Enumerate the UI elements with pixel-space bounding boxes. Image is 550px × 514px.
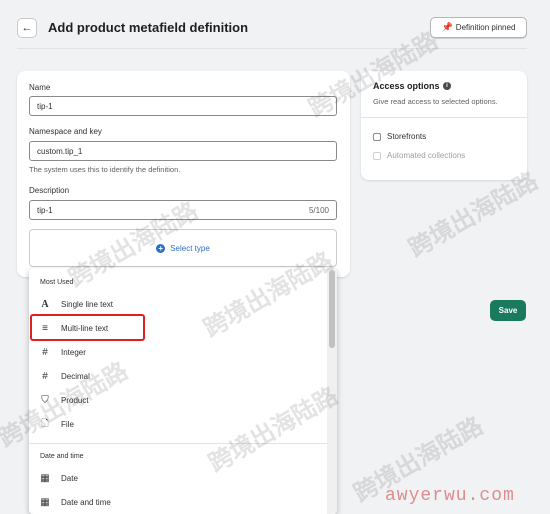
access-options-subtitle: Give read access to selected options.	[373, 97, 498, 106]
type-option-product[interactable]: ⛉ Product	[29, 388, 327, 412]
arrow-left-icon: ←	[21, 22, 33, 34]
type-option-integer[interactable]: # Integer	[29, 340, 327, 364]
back-button[interactable]: ←	[17, 18, 37, 38]
option-label: Integer	[61, 347, 86, 357]
section-title-date-time: Date and time	[40, 453, 84, 460]
automated-collections-option: Automated collections	[373, 151, 465, 160]
namespace-value: custom.tip_1	[37, 146, 83, 156]
name-label: Name	[29, 83, 51, 92]
option-label: Single line text	[61, 299, 114, 309]
type-option-decimal[interactable]: # Decimal	[29, 364, 327, 388]
dropdown-scrollbar-thumb[interactable]	[329, 270, 335, 348]
select-type-button[interactable]: + Select type	[29, 229, 337, 267]
type-option-single-line-text[interactable]: A Single line text	[29, 292, 327, 316]
storefronts-checkbox[interactable]	[373, 132, 381, 141]
hash-icon: #	[42, 346, 48, 358]
save-button[interactable]: Save	[490, 300, 526, 321]
storefronts-label: Storefronts	[387, 132, 427, 141]
page-title: Add product metafield definition	[48, 20, 249, 35]
pin-icon: 📌	[441, 22, 453, 32]
section-divider	[29, 443, 327, 444]
automated-collections-label: Automated collections	[387, 151, 466, 160]
description-char-count: 5/100	[308, 205, 329, 215]
automated-collections-checkbox	[373, 151, 381, 160]
text-letter-icon: A	[41, 298, 49, 310]
option-label: Date and time	[61, 497, 111, 507]
storefronts-option[interactable]: Storefronts	[373, 132, 426, 141]
access-options-title: Access options	[373, 81, 440, 91]
namespace-label: Namespace and key	[29, 127, 102, 136]
type-option-file[interactable]: 🗋 File	[29, 412, 327, 436]
name-value: tip-1	[37, 101, 53, 111]
namespace-input[interactable]: custom.tip_1	[29, 141, 337, 161]
type-option-date-and-time[interactable]: ▦ Date and time	[29, 490, 327, 514]
description-value: tip-1	[37, 205, 53, 215]
option-label: Decimal	[61, 371, 90, 381]
calendar-icon: ▦	[40, 472, 50, 484]
select-type-label: Select type	[170, 243, 210, 253]
pinned-label: Definition pinned	[455, 23, 516, 32]
hash-icon: #	[42, 370, 48, 382]
description-label: Description	[29, 186, 70, 195]
highlight-box	[30, 314, 145, 341]
definition-pinned-button[interactable]: 📌 Definition pinned	[430, 17, 527, 38]
type-option-date[interactable]: ▦ Date	[29, 466, 327, 490]
section-title-most-used: Most Used	[40, 279, 74, 286]
header-divider	[17, 48, 527, 49]
option-label: Product	[61, 395, 89, 405]
description-input[interactable]: tip-1 5/100	[29, 200, 337, 220]
type-dropdown: Most Used A Single line text ≡ Multi-lin…	[29, 268, 337, 514]
file-icon: 🗋	[41, 418, 49, 428]
plus-circle-icon: +	[156, 243, 166, 253]
watermark-site: awyerwu.com	[385, 486, 515, 506]
info-icon[interactable]: i	[443, 82, 451, 90]
product-tag-icon: ⛉	[41, 394, 49, 406]
calendar-clock-icon: ▦	[40, 496, 50, 508]
option-label: File	[61, 419, 74, 429]
name-input[interactable]: tip-1	[29, 96, 337, 116]
access-divider	[361, 117, 527, 118]
option-label: Date	[61, 473, 78, 483]
namespace-help: The system uses this to identify the def…	[29, 165, 181, 174]
